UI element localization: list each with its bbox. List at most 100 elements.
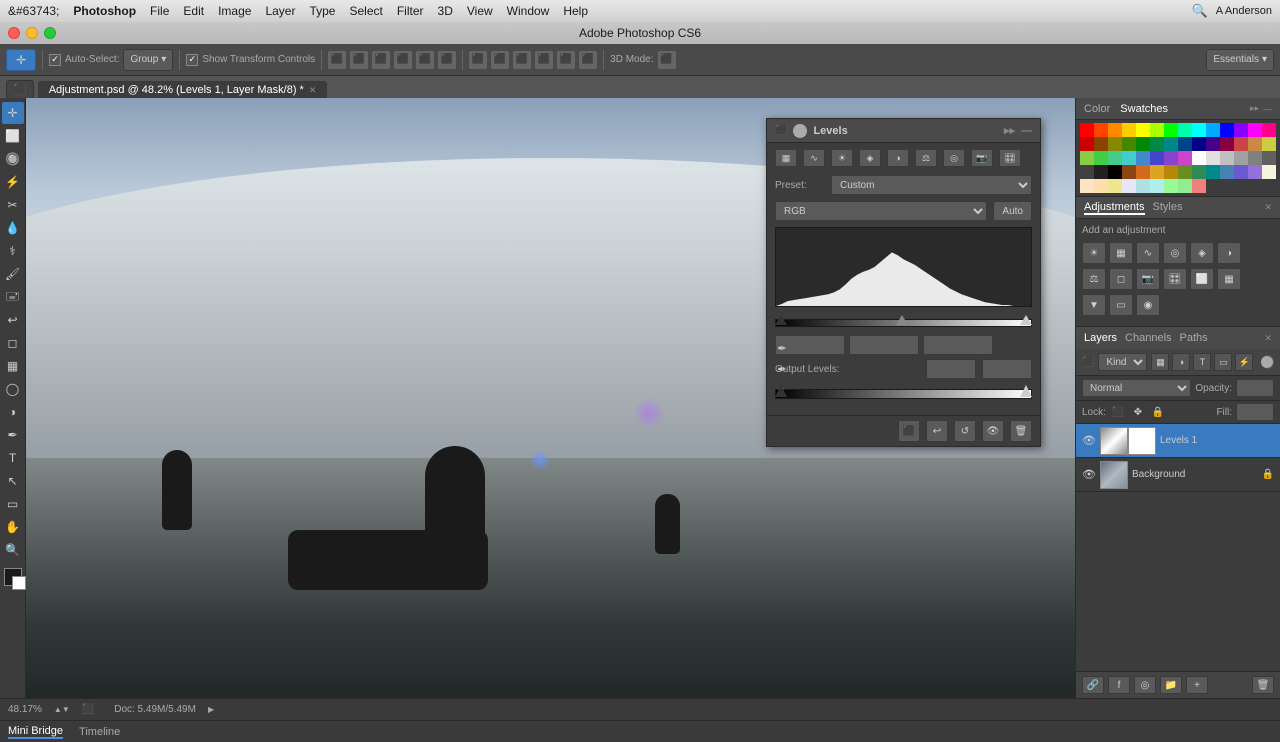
output-white-field[interactable]: 255: [982, 359, 1032, 379]
adj-bw-icon[interactable]: ◻: [1109, 268, 1133, 290]
clone-tool[interactable]: 🖃: [2, 286, 24, 308]
swatch-item[interactable]: [1136, 151, 1150, 165]
tab-swatches[interactable]: Swatches: [1120, 103, 1168, 115]
swatch-item[interactable]: [1150, 165, 1164, 179]
background-color[interactable]: [12, 576, 26, 590]
swatch-item[interactable]: [1206, 137, 1220, 151]
input-white-field[interactable]: 255: [923, 335, 993, 355]
swatch-item[interactable]: [1220, 151, 1234, 165]
eyedropper-tool[interactable]: 💧: [2, 217, 24, 239]
swatch-item[interactable]: [1220, 123, 1234, 137]
adj-hue-icon[interactable]: ◑: [1217, 242, 1241, 264]
swatch-item[interactable]: [1262, 165, 1276, 179]
clip-layer-icon[interactable]: ⬛: [898, 420, 920, 442]
transform-checkbox[interactable]: [186, 54, 198, 66]
swatch-item[interactable]: [1192, 123, 1206, 137]
swatch-item[interactable]: [1192, 151, 1206, 165]
distribute-icon6[interactable]: ⬛: [579, 51, 597, 69]
channel-select[interactable]: RGB: [775, 201, 987, 221]
swatch-item[interactable]: [1234, 151, 1248, 165]
levels-mix-icon[interactable]: 🎛: [999, 149, 1021, 167]
swatch-item[interactable]: [1248, 165, 1262, 179]
lock-position-icon[interactable]: ✥: [1130, 404, 1146, 420]
delete-icon[interactable]: 🗑: [1010, 420, 1032, 442]
reset-icon[interactable]: ↺: [954, 420, 976, 442]
menu-window[interactable]: Window: [507, 4, 550, 18]
filter-smart-icon[interactable]: ⚡: [1235, 353, 1253, 371]
swatch-item[interactable]: [1122, 137, 1136, 151]
eraser-tool[interactable]: ◻: [2, 332, 24, 354]
filter-toggle[interactable]: [1261, 355, 1274, 369]
shape-tool[interactable]: ▭: [2, 493, 24, 515]
opacity-input[interactable]: 100%: [1236, 379, 1274, 397]
filter-select[interactable]: Kind: [1098, 353, 1147, 371]
swatch-item[interactable]: [1150, 137, 1164, 151]
tab-adjustments[interactable]: Adjustments: [1084, 201, 1145, 215]
swatch-item[interactable]: [1094, 123, 1108, 137]
3d-icon[interactable]: ⬛: [658, 51, 676, 69]
healing-tool[interactable]: ⚕: [2, 240, 24, 262]
levels-curve-icon[interactable]: ∿: [803, 149, 825, 167]
lasso-tool[interactable]: 🔘: [2, 148, 24, 170]
pen-tool[interactable]: ✒: [2, 424, 24, 446]
adj-curves-icon[interactable]: ∿: [1136, 242, 1160, 264]
swatch-item[interactable]: [1178, 123, 1192, 137]
swatch-item[interactable]: [1164, 179, 1178, 193]
white-slider-handle[interactable]: [1020, 315, 1032, 325]
swatch-item[interactable]: [1164, 137, 1178, 151]
auto-select-checkbox[interactable]: [49, 54, 61, 66]
cs-menu-icon[interactable]: ▸▸: [1250, 103, 1259, 114]
adj-brightness-icon[interactable]: ☀: [1082, 242, 1106, 264]
adj-photo-icon[interactable]: 📷: [1136, 268, 1160, 290]
swatch-item[interactable]: [1234, 165, 1248, 179]
swatch-item[interactable]: [1136, 165, 1150, 179]
adj-threshold-icon[interactable]: ▼: [1082, 294, 1106, 316]
swatch-item[interactable]: [1178, 179, 1192, 193]
distribute-icon5[interactable]: ⬛: [557, 51, 575, 69]
adj-close-icon[interactable]: ✕: [1264, 202, 1272, 213]
swatch-item[interactable]: [1206, 165, 1220, 179]
layer-visibility-levels[interactable]: 👁: [1082, 434, 1096, 448]
levels-histogram-icon[interactable]: ▦: [775, 149, 797, 167]
align-top-icon[interactable]: ⬛: [394, 51, 412, 69]
menu-help[interactable]: Help: [563, 4, 588, 18]
quick-select-tool[interactable]: ⚡: [2, 171, 24, 193]
foreground-color[interactable]: [4, 568, 22, 586]
swatch-item[interactable]: [1234, 137, 1248, 151]
distribute-icon3[interactable]: ⬛: [513, 51, 531, 69]
layer-item-levels[interactable]: 👁 Levels 1: [1076, 424, 1280, 458]
layer-item-background[interactable]: 👁 Background 🔒: [1076, 458, 1280, 492]
layers-close-icon[interactable]: ✕: [1264, 333, 1272, 344]
add-style-icon[interactable]: f: [1108, 676, 1130, 694]
swatch-item[interactable]: [1122, 151, 1136, 165]
dodge-tool[interactable]: ◑: [2, 401, 24, 423]
black-eyedropper[interactable]: ✒: [773, 339, 791, 357]
document-tab[interactable]: Adjustment.psd @ 48.2% (Levels 1, Layer …: [38, 81, 328, 98]
output-white-handle[interactable]: [1020, 385, 1032, 397]
prev-state-icon[interactable]: ↩: [926, 420, 948, 442]
levels-bw-icon[interactable]: ◎: [943, 149, 965, 167]
swatch-item[interactable]: [1262, 123, 1276, 137]
swatch-item[interactable]: [1192, 137, 1206, 151]
swatch-item[interactable]: [1094, 137, 1108, 151]
swatch-item[interactable]: [1122, 123, 1136, 137]
swatch-item[interactable]: [1206, 151, 1220, 165]
timeline-tab[interactable]: Timeline: [79, 726, 120, 738]
fill-input[interactable]: 100%: [1236, 403, 1274, 421]
mini-bridge-tab[interactable]: Mini Bridge: [8, 725, 63, 739]
swatch-item[interactable]: [1150, 151, 1164, 165]
minimize-button[interactable]: [26, 27, 38, 39]
levels-vibrance-icon[interactable]: ◈: [859, 149, 881, 167]
swatch-item[interactable]: [1108, 123, 1122, 137]
swatch-item[interactable]: [1094, 151, 1108, 165]
blend-mode-select[interactable]: Normal: [1082, 379, 1191, 397]
levels-exposure-icon[interactable]: ☀: [831, 149, 853, 167]
menu-select[interactable]: Select: [349, 4, 382, 18]
fullscreen-button[interactable]: [44, 27, 56, 39]
swatch-item[interactable]: [1192, 165, 1206, 179]
swatch-item[interactable]: [1262, 137, 1276, 151]
black-slider-handle[interactable]: [775, 315, 787, 325]
swatch-item[interactable]: [1164, 123, 1178, 137]
panel-close-icon[interactable]: —: [1021, 125, 1032, 137]
swatch-item[interactable]: [1248, 151, 1262, 165]
